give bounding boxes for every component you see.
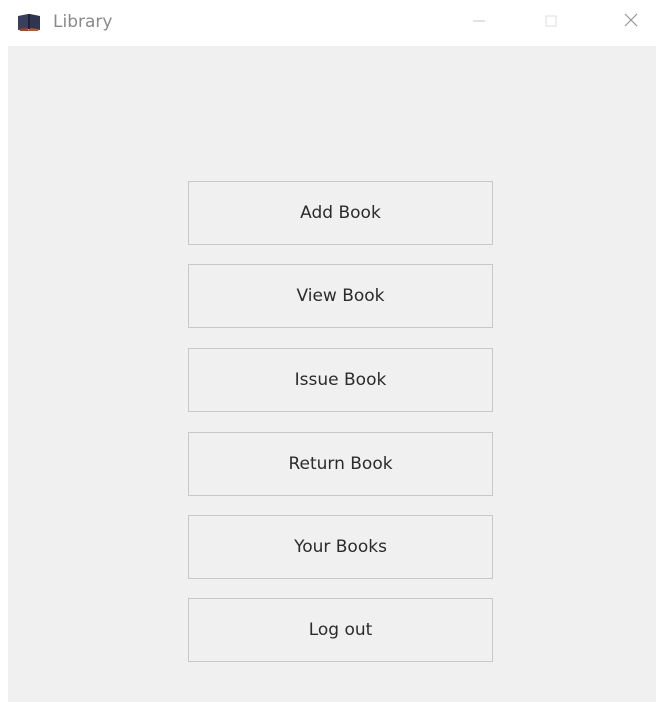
main-panel: Add Book View Book Issue Book Return Boo… [8,46,656,702]
view-book-button[interactable]: View Book [188,264,493,328]
library-window: Library Add Book View Book Issue Book Re… [0,0,656,702]
add-book-button[interactable]: Add Book [188,181,493,245]
window-title: Library [53,12,113,32]
return-book-button[interactable]: Return Book [188,432,493,496]
maximize-icon [544,13,558,32]
title-bar[interactable]: Library [0,0,656,46]
close-button[interactable] [608,0,654,44]
issue-book-button[interactable]: Issue Book [188,348,493,412]
your-books-button[interactable]: Your Books [188,515,493,579]
maximize-button[interactable] [528,0,574,44]
close-icon [623,12,639,32]
minimize-icon [472,13,486,32]
log-out-button[interactable]: Log out [188,598,493,662]
minimize-button[interactable] [456,0,502,44]
book-icon [17,12,41,32]
